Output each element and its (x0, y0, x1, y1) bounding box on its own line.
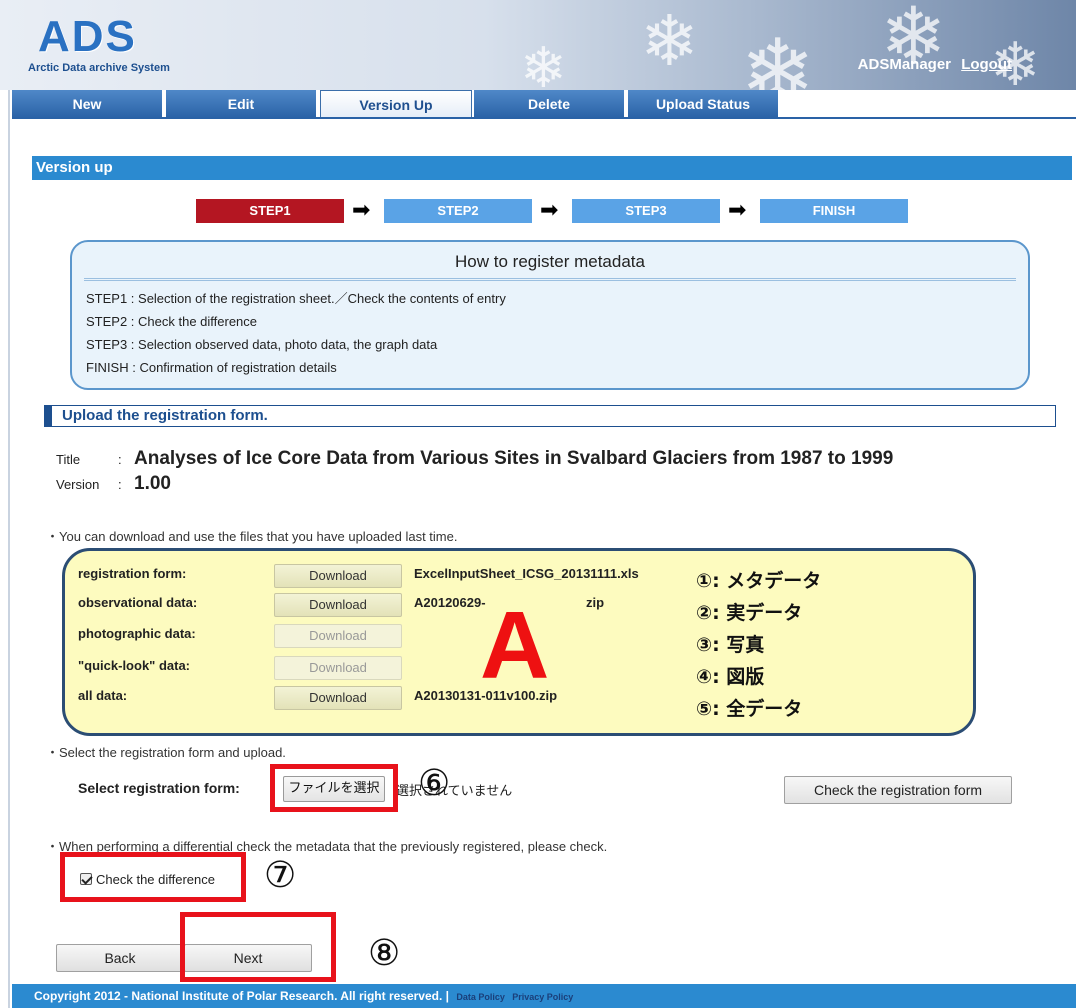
file-label: registration form: (78, 566, 187, 581)
download-registration-form-button[interactable]: Download (274, 564, 402, 588)
page-left-rule (8, 0, 10, 1008)
main-tabs: New Edit Version Up Delete Upload Status (12, 90, 1076, 118)
check-registration-form-button[interactable]: Check the registration form (784, 776, 1012, 804)
annotation-note: ⑤: 全データ (696, 698, 803, 720)
howto-panel: How to register metadata STEP1 : Selecti… (70, 240, 1030, 390)
arrow-right-icon: ➡ (540, 197, 559, 222)
download-quicklook-data-button: Download (274, 656, 402, 680)
file-name-tail: zip (586, 595, 605, 610)
tab-edit[interactable]: Edit (166, 90, 318, 118)
step-3: STEP3 (572, 199, 720, 223)
snowflake-icon: ❄ (520, 36, 567, 90)
dataset-title: Analyses of Ice Core Data from Various S… (134, 448, 894, 469)
privacy-policy-link[interactable]: Privacy Policy (512, 992, 573, 1002)
tab-upload-status[interactable]: Upload Status (628, 90, 780, 118)
file-label: all data: (78, 688, 128, 703)
tab-new[interactable]: New (12, 90, 164, 118)
copyright-text: Copyright 2012 - National Institute of P… (34, 989, 450, 1003)
file-label: observational data: (78, 595, 198, 610)
annotation-note: ①: メタデータ (696, 570, 822, 592)
user-name: ADSManager (857, 56, 952, 73)
highlight-box (60, 852, 246, 902)
file-label: photographic data: (78, 626, 196, 641)
version-label: Version (56, 477, 100, 492)
select-registration-form-label: Select registration form: (78, 780, 240, 796)
step-1: STEP1 (196, 199, 344, 223)
version-row: Version:1.00 (56, 473, 171, 495)
title-label: Title (56, 452, 81, 467)
arrow-right-icon: ➡ (728, 197, 747, 222)
select-note: ・Select the registration form and upload… (46, 745, 286, 760)
annotation-marker-a: A (480, 592, 550, 699)
annotation-note: ②: 実データ (696, 602, 803, 624)
howto-divider (84, 278, 1016, 281)
download-photographic-data-button: Download (274, 624, 402, 648)
arrow-right-icon: ➡ (352, 197, 371, 222)
snowflake-icon: ❄ (740, 20, 816, 90)
download-note: ・You can download and use the files that… (46, 529, 458, 544)
tab-delete[interactable]: Delete (474, 90, 626, 118)
annotation-marker: ⑦ (264, 855, 297, 896)
download-all-data-button[interactable]: Download (274, 686, 402, 710)
back-button[interactable]: Back (56, 944, 184, 972)
logout-link[interactable]: Logout (961, 56, 1012, 73)
colon: : (118, 452, 122, 467)
download-observational-data-button[interactable]: Download (274, 593, 402, 617)
highlight-box (180, 912, 336, 982)
snowflake-icon: ❄ (640, 0, 699, 82)
howto-item: STEP2 : Check the difference (86, 314, 258, 329)
file-status-text: 選択されていません (396, 784, 513, 799)
file-name: ExcelInputSheet_ICSG_20131111.xls (414, 566, 639, 581)
file-name: A20120629- (414, 595, 486, 610)
howto-item: FINISH : Confirmation of registration de… (86, 360, 337, 375)
tab-underline (12, 117, 1076, 119)
site-header: ❄ ❄ ❄ ❄ ❄ ADS Arctic Data archive System… (0, 0, 1076, 90)
title-row: Title: Analyses of Ice Core Data from Var… (56, 448, 893, 470)
annotation-marker: ⑧ (368, 933, 401, 974)
data-policy-link[interactable]: Data Policy (456, 992, 505, 1002)
file-row-registration: registration form: Download ExcelInputSh… (78, 564, 978, 588)
file-label: "quick-look" data: (78, 658, 191, 673)
step-finish: FINISH (760, 199, 908, 223)
annotation-marker: ⑥ (418, 763, 451, 804)
site-logo[interactable]: ADS (38, 12, 137, 62)
step-2: STEP2 (384, 199, 532, 223)
annotation-note: ④: 図版 (696, 666, 765, 688)
site-footer: Copyright 2012 - National Institute of P… (12, 984, 1076, 1008)
annotation-note: ③: 写真 (696, 634, 765, 656)
highlight-box (270, 764, 398, 812)
upload-section-header: Upload the registration form. (44, 405, 1056, 427)
howto-title: How to register metadata (455, 252, 645, 271)
howto-item: STEP3 : Selection observed data, photo d… (86, 337, 438, 352)
site-logo-subtitle: Arctic Data archive System (28, 62, 170, 74)
page-title: Version up (32, 156, 1072, 180)
tab-version-up[interactable]: Version Up (320, 90, 472, 118)
user-area: ADSManager Logout (858, 56, 1012, 73)
version-value: 1.00 (134, 473, 171, 494)
howto-item: STEP1 : Selection of the registration sh… (86, 291, 506, 306)
colon: : (118, 477, 122, 492)
